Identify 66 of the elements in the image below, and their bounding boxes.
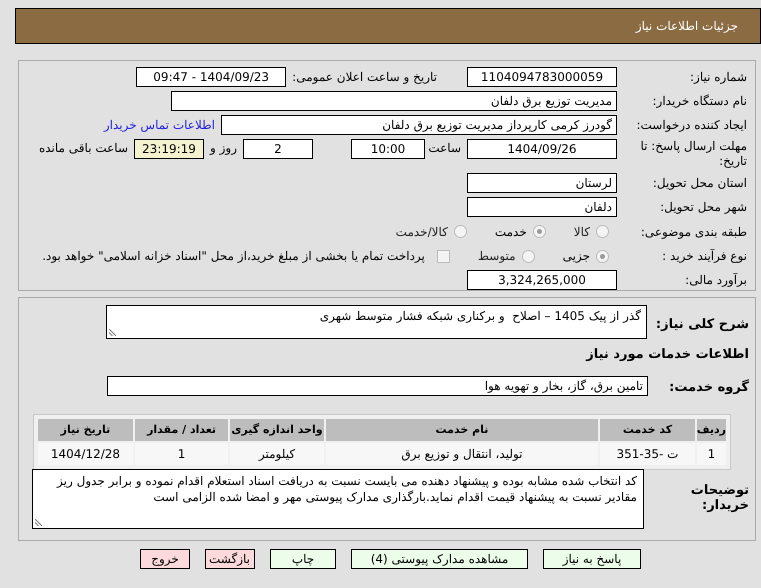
description-text: گذر از پیک 1405 – اصلاح و برکناری شبکه فشار متوسط شهری [320, 309, 641, 323]
radio-button[interactable] [596, 225, 609, 238]
field-label: استان محل تحویل: [652, 175, 747, 192]
input-field[interactable]: 1104094783000059 [467, 67, 617, 87]
option-label: جزیی [562, 248, 590, 266]
input-field[interactable]: دلفان [467, 197, 617, 217]
radio-button[interactable] [522, 250, 535, 263]
action-button[interactable]: چاپ [270, 549, 336, 569]
notes-text: کد انتخاب شده مشابه بوده و پیشنهاد دهنده می بایست نسبت به دریافت اسناد استعلام اقدام نموده و برابر جدول ریز مقادیر نسبت به پیشنهاد قیمت اقدام نماید.بارگذاری مدارک پیوستی مهر و امضا شده الزامی است [57, 474, 637, 504]
radio-button[interactable] [454, 225, 467, 238]
table-cell: کیلومتر [230, 443, 324, 465]
field-label: مهلت ارسال پاسخ: تا تاریخ: [639, 139, 747, 169]
field-label: تاریخ و ساعت اعلان عمومی: [292, 69, 437, 86]
field-label: نوع فرآیند خرید : [661, 248, 747, 266]
page-title: جزئیات اطلاعات نیاز [636, 18, 738, 35]
field-label: گروه خدمت: [669, 378, 749, 397]
table-cell: ت -35-351 [600, 443, 695, 465]
field-label: توضیحات خریدار: [690, 483, 749, 513]
field-label: ایجاد کننده درخواست: [635, 117, 747, 134]
action-button[interactable]: مشاهده مدارک پیوستی (4) [351, 549, 528, 569]
resize-handle-icon[interactable] [109, 329, 116, 336]
column-header: نام خدمت [326, 419, 598, 441]
time-label: ساعت [431, 140, 461, 157]
input-field[interactable]: 3,324,265,000 [467, 270, 617, 290]
checkbox[interactable] [436, 250, 450, 263]
field-label: نام دستگاه خریدار: [652, 93, 747, 110]
countdown-field: 23:19:19 [134, 139, 204, 159]
input-field[interactable]: 1404/09/26 [467, 139, 617, 159]
option-label: خدمت [494, 224, 527, 241]
buyer-contact-link[interactable]: اطلاعات تماس خریدار [104, 116, 215, 134]
notes-field[interactable]: کد انتخاب شده مشابه بوده و پیشنهاد دهنده می بایست نسبت به دریافت اسناد استعلام اقدام نموده و برابر جدول ریز مقادیر نسبت به پیشنهاد قیمت اقدام نماید.بارگذاری مدارک پیوستی مهر و امضا شده الزامی است [32, 469, 644, 529]
radio-button[interactable] [532, 225, 546, 238]
input-field[interactable]: 10:00 [351, 139, 425, 159]
input-field[interactable]: 1404/09/23 - 09:47 [136, 67, 286, 87]
table-cell: 1 [134, 443, 228, 465]
input-field[interactable]: 2 [243, 139, 313, 159]
input-field[interactable]: گودرز کرمی کارپرداز مدیریت توزیع برق دلفان [221, 115, 617, 135]
column-header: تاریخ نیاز [38, 419, 133, 441]
field-label: شهر محل تحویل: [659, 199, 747, 216]
days-label: روز و [210, 140, 237, 157]
input-field[interactable]: مدیریت توزیع برق دلفان [171, 91, 617, 111]
option-label: کالا/خدمت [396, 224, 448, 241]
table-cell: 1 [696, 443, 726, 465]
action-button[interactable]: خروج [140, 549, 190, 569]
remaining-label: ساعت باقی مانده [38, 140, 128, 157]
table-cell: تولید، انتقال و توزیع برق [326, 443, 598, 465]
table-cell: 1404/12/28 [38, 443, 133, 465]
section-heading: اطلاعات خدمات مورد نیاز [586, 346, 749, 364]
column-header: ردیف [696, 419, 726, 441]
option-label: متوسط [478, 248, 516, 266]
column-header: کد خدمت [600, 419, 695, 441]
field-label: طبقه بندی موضوعی: [640, 224, 747, 241]
option-label: کالا [574, 224, 590, 241]
field-label: برآورد مالی: [684, 272, 747, 289]
column-header: واحد اندازه گیری [230, 419, 324, 441]
column-header: تعداد / مقدار [134, 419, 228, 441]
field-label: شرح کلی نیاز: [656, 316, 749, 334]
checkbox-label: پرداخت تمام یا بخشی از مبلغ خرید،از محل "اسناد خزانه اسلامی" خواهد بود. [42, 248, 425, 266]
input-field[interactable]: لرستان [467, 173, 617, 193]
action-button[interactable]: بازگشت [205, 549, 255, 569]
action-button[interactable]: پاسخ به نیاز [543, 549, 641, 569]
radio-button[interactable] [596, 250, 609, 263]
input-field[interactable]: تامین برق، گاز، بخار و تهویه هوا [107, 376, 648, 396]
field-label: شماره نیاز: [689, 69, 747, 86]
description-field[interactable]: گذر از پیک 1405 – اصلاح و برکناری شبکه فشار متوسط شهری [106, 305, 647, 339]
resize-handle-icon[interactable] [35, 519, 42, 526]
